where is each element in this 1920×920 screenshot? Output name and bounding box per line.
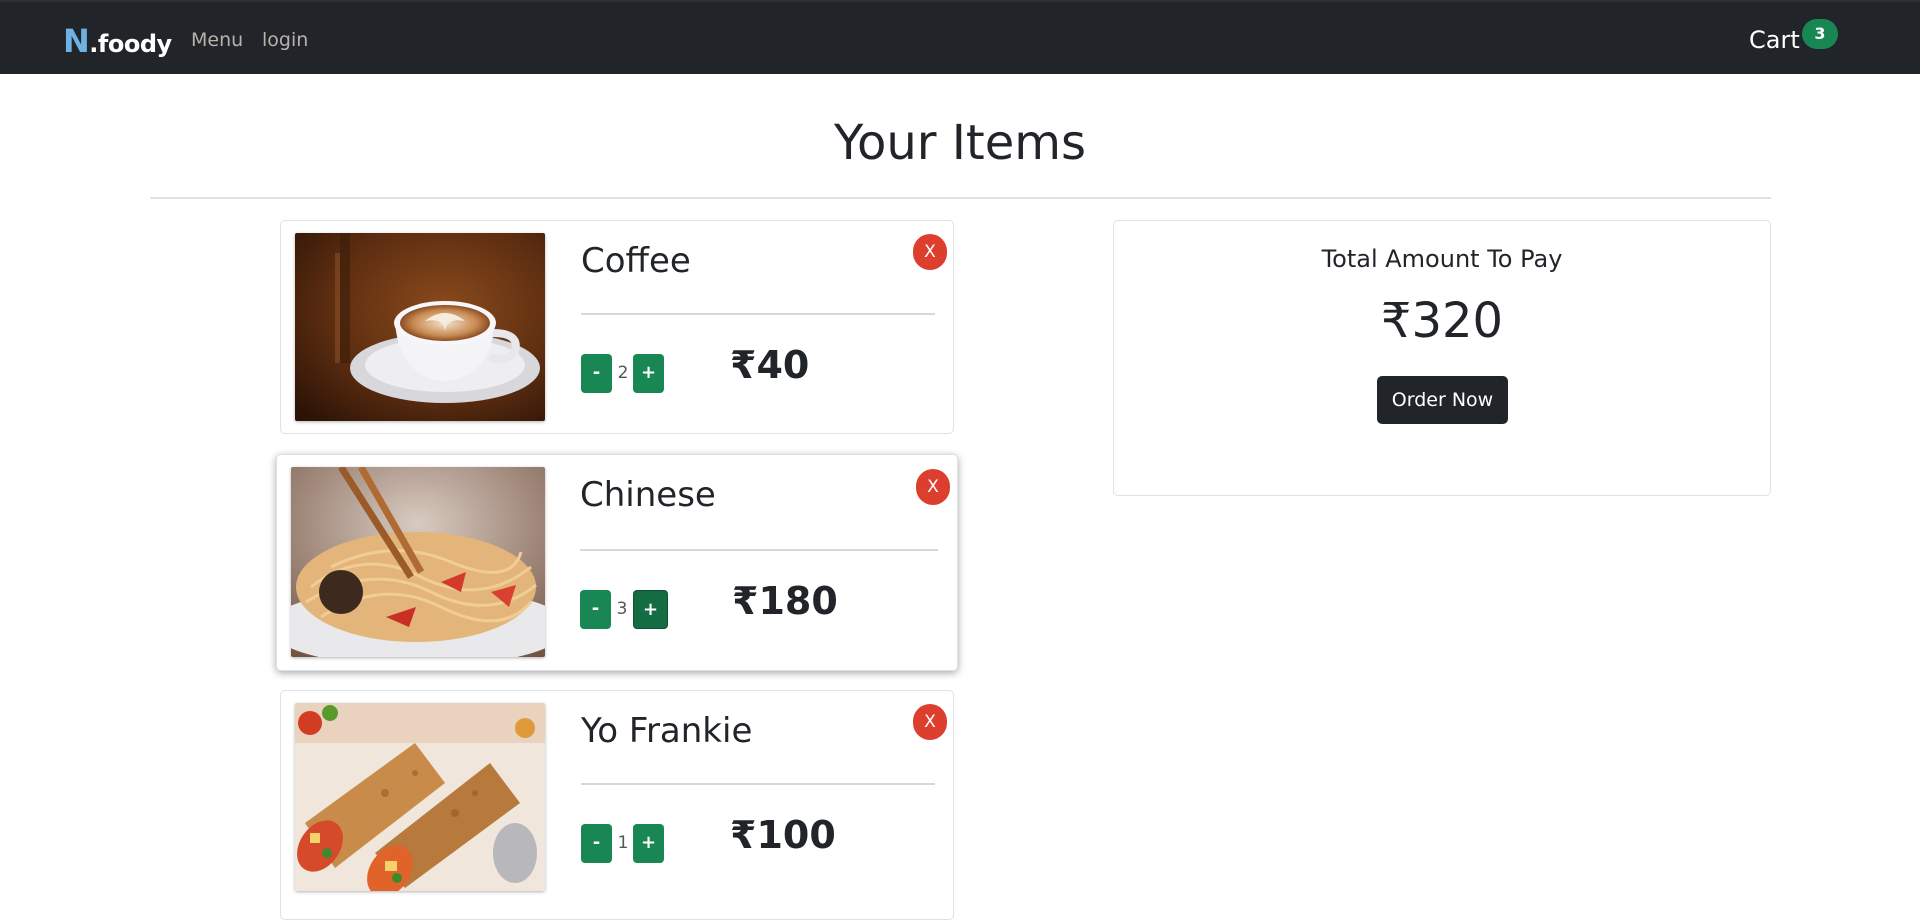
total-amount-value: ₹320 [1380, 293, 1504, 349]
decrease-quantity-button[interactable]: - [581, 824, 612, 863]
item-name: Chinese [580, 475, 716, 515]
item-price: ₹40 [730, 343, 810, 387]
page-title: Your Items [834, 115, 1086, 171]
item-price: ₹180 [732, 579, 838, 623]
item-quantity: 2 [617, 363, 629, 383]
brand-name: .foody [89, 30, 172, 58]
cart-item-card: Coffee X - 2 + ₹40 [280, 220, 954, 434]
cart-item-card: Chinese X - 3 + ₹180 [276, 454, 958, 671]
cart-item-card: Yo Frankie X - 1 + ₹100 [280, 690, 954, 920]
item-divider [581, 313, 935, 315]
remove-item-button[interactable]: X [913, 704, 947, 740]
nav-login-link[interactable]: login [262, 29, 308, 51]
increase-quantity-button[interactable]: + [633, 354, 664, 393]
item-divider [581, 783, 935, 785]
item-quantity: 1 [617, 833, 629, 853]
noodles-plate-image [291, 467, 545, 657]
remove-item-button[interactable]: X [913, 234, 947, 270]
increase-quantity-button[interactable]: + [633, 590, 668, 629]
nav-menu-link[interactable]: Menu [191, 29, 243, 51]
top-navbar: N.foody Menu login Cart 3 [0, 0, 1920, 74]
cart-count-badge: 3 [1802, 19, 1838, 49]
order-now-button[interactable]: Order Now [1377, 376, 1508, 424]
total-amount-label: Total Amount To Pay [1321, 245, 1563, 273]
item-quantity: 3 [616, 599, 628, 619]
increase-quantity-button[interactable]: + [633, 824, 664, 863]
cart-link[interactable]: Cart [1749, 26, 1800, 54]
title-divider [150, 197, 1771, 199]
item-price: ₹100 [730, 813, 836, 857]
decrease-quantity-button[interactable]: - [580, 590, 611, 629]
decrease-quantity-button[interactable]: - [581, 354, 612, 393]
brand-initial: N [63, 22, 90, 60]
order-summary-card: Total Amount To Pay ₹320 Order Now [1113, 220, 1771, 496]
remove-item-button[interactable]: X [916, 469, 950, 505]
brand-logo[interactable]: N.foody [63, 22, 172, 60]
coffee-cup-image [295, 233, 545, 421]
frankie-wrap-image [295, 703, 545, 891]
item-name: Yo Frankie [581, 711, 753, 751]
item-name: Coffee [581, 241, 691, 281]
item-divider [580, 549, 938, 551]
